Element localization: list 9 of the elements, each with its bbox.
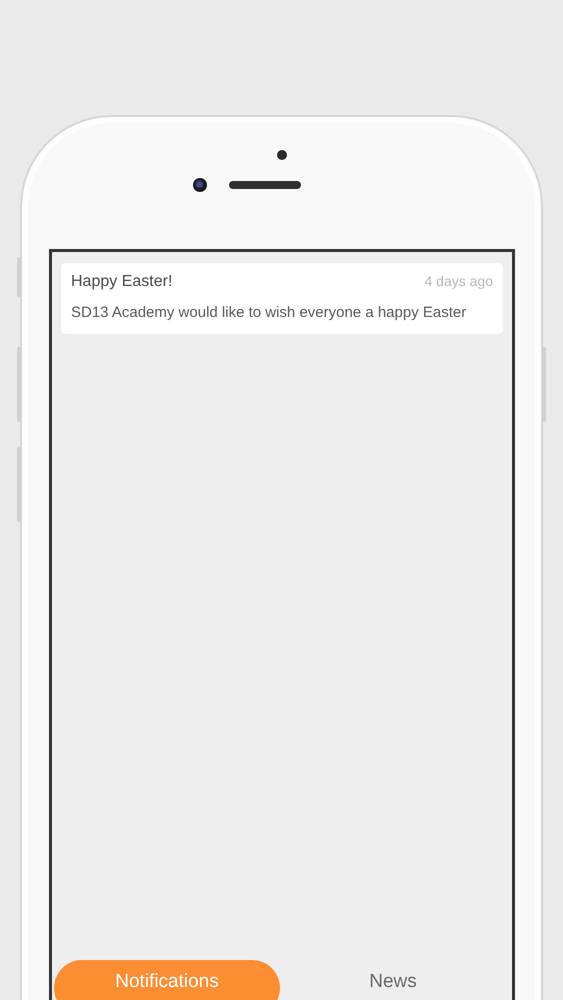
sensor-dot (276, 150, 286, 160)
notification-title: Happy Easter! (71, 273, 172, 291)
tab[interactable]: Notifications (54, 960, 280, 1000)
notification-time: 4 days ago (424, 273, 493, 289)
speaker-grille (228, 181, 300, 189)
tab[interactable]: News (280, 960, 506, 1000)
notification-body: SD13 Academy would like to wish everyone a happy Easter (71, 303, 468, 322)
notification-card[interactable]: Happy Easter! 4 days ago SD13 Academy would like to wish everyone a happy Easter (61, 263, 503, 334)
camera-lens (192, 178, 206, 192)
